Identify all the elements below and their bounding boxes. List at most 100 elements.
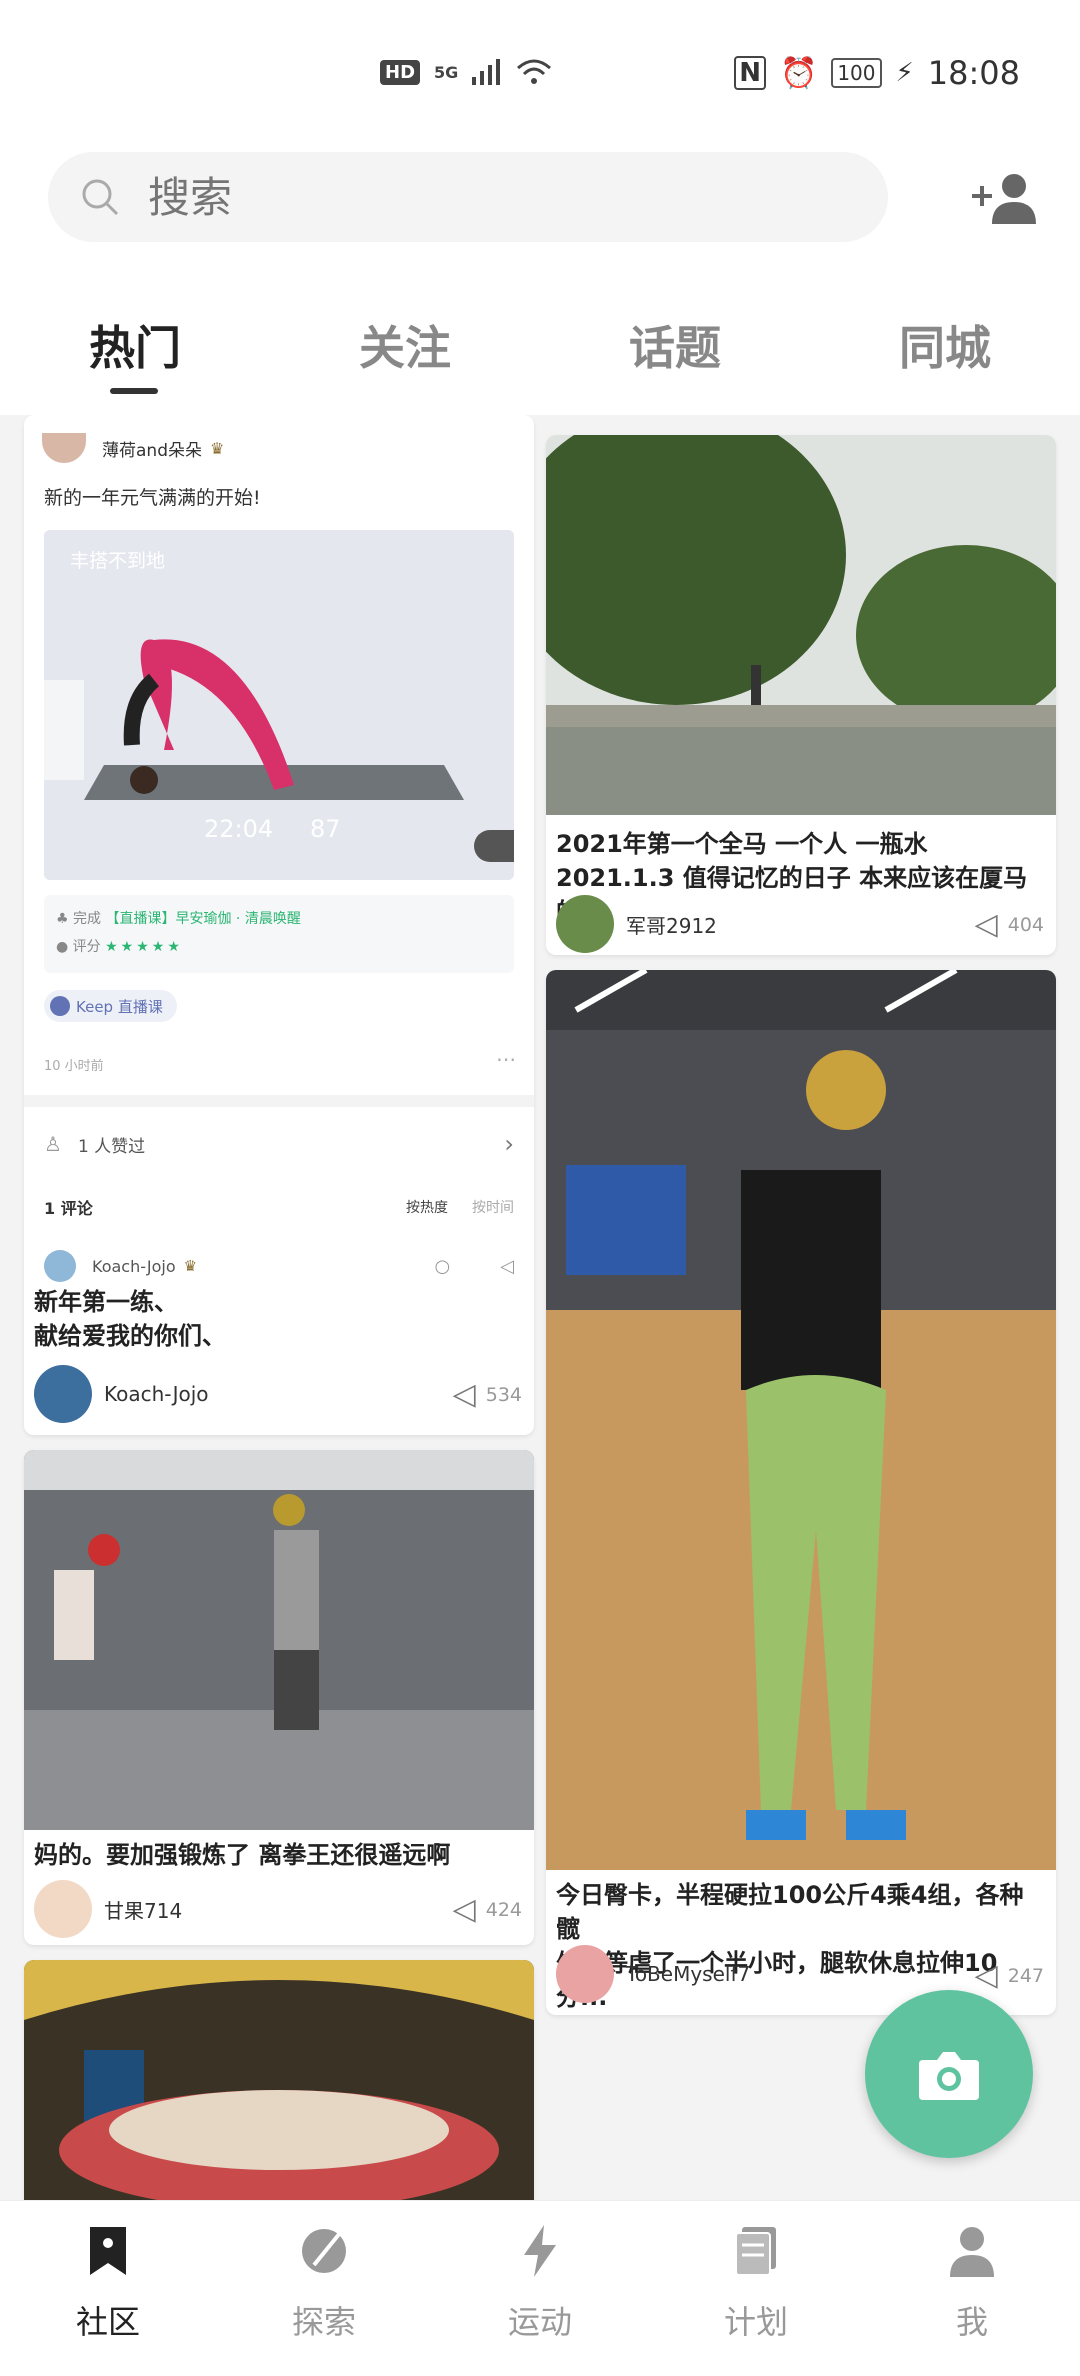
lightning-icon bbox=[524, 2225, 556, 2277]
avatar[interactable] bbox=[42, 433, 86, 463]
post-title-line: 新年第一练、 bbox=[34, 1288, 178, 1316]
post-card-group[interactable] bbox=[24, 1960, 534, 2200]
alarm-icon: ⏰ bbox=[779, 55, 818, 91]
username[interactable]: 军哥2912 bbox=[626, 910, 717, 939]
avatar[interactable] bbox=[556, 1945, 614, 2003]
author-name[interactable]: 薄荷and朵朵 bbox=[102, 436, 202, 461]
avatar[interactable] bbox=[34, 1365, 92, 1423]
nav-workout[interactable]: 运动 bbox=[432, 2201, 648, 2376]
post-title: 妈的。要加强锻炼了 离拳王还很遥远啊 bbox=[34, 1841, 451, 1869]
profile-icon bbox=[950, 2227, 994, 2277]
post-card-yoga[interactable]: 薄荷and朵朵 ♛ 新的一年元气满满的开始! 丰搭不到地 22:04 87 ♣ … bbox=[24, 415, 534, 1435]
post-title-line: 2021年第一个全马 一个人 一瓶水 bbox=[556, 830, 928, 858]
search-bar[interactable] bbox=[48, 152, 888, 242]
tag-label: Keep 直播课 bbox=[76, 997, 163, 1016]
search-input[interactable] bbox=[148, 172, 848, 222]
battery-indicator: 100 bbox=[831, 58, 882, 88]
like-count: 424 bbox=[485, 1898, 522, 1921]
signal-icon bbox=[472, 59, 501, 85]
like-count: 404 bbox=[1007, 913, 1044, 936]
post-card-marathon[interactable]: 2021年第一个全马 一个人 一瓶水 2021.1.3 值得记忆的日子 本来应该… bbox=[546, 435, 1056, 955]
completion-icon: ♣ bbox=[56, 911, 69, 927]
network-label: 5G bbox=[434, 62, 459, 82]
username[interactable]: ToBeMyself7 bbox=[626, 1962, 750, 1986]
avatar[interactable] bbox=[34, 1880, 92, 1938]
post-title-line: 今日臀卡，半程硬拉100公斤4乘4组，各种髋 bbox=[556, 1881, 1024, 1943]
sort-hot-button[interactable]: 按热度 bbox=[406, 1197, 448, 1217]
hd-badge: HD bbox=[380, 59, 421, 85]
kcal-value: 87 bbox=[310, 815, 341, 843]
course-name[interactable]: 【直播课】早安瑜伽 · 清晨唤醒 bbox=[105, 911, 300, 927]
clock: 18:08 bbox=[927, 54, 1020, 92]
tab-local[interactable]: 同城 bbox=[810, 300, 1080, 410]
verified-badge-icon: ♛ bbox=[183, 1257, 198, 1275]
rating-stars: ★★★★★ bbox=[105, 939, 183, 955]
like-icon[interactable]: ◁ bbox=[975, 1958, 998, 1993]
community-icon bbox=[90, 2227, 126, 2275]
like-icon[interactable]: ◁ bbox=[453, 1377, 476, 1412]
nav-label: 运动 bbox=[507, 2303, 572, 2341]
post-image bbox=[546, 435, 1056, 815]
rating-icon: ● bbox=[56, 939, 69, 955]
like-icon[interactable]: ◁ bbox=[453, 1892, 476, 1927]
post-time: 10 小时前 bbox=[44, 1059, 104, 1074]
comment-like-icon[interactable]: ◁ bbox=[500, 1256, 514, 1277]
post-card-footer-koach[interactable]: 新年第一练、 献给爱我的你们、 Koach-Jojo ◁ 534 bbox=[24, 1285, 534, 1435]
plan-icon bbox=[735, 2227, 776, 2276]
status-bar: HD 5G N ⏰ 100 ⚡ 18:08 bbox=[0, 0, 1080, 150]
post-card-gym[interactable]: 今日臀卡，半程硬拉100公斤4乘4组，各种髋 外展等虐了一个半小时，腿软休息拉伸… bbox=[546, 970, 1056, 2015]
like-count: 247 bbox=[1007, 1964, 1044, 1987]
divider bbox=[24, 1095, 534, 1107]
nav-label: 我 bbox=[955, 2303, 988, 2341]
add-friend-icon[interactable] bbox=[970, 170, 1040, 226]
post-image bbox=[24, 1960, 534, 2200]
camera-button[interactable] bbox=[865, 1990, 1033, 2158]
nav-plan[interactable]: 计划 bbox=[648, 2201, 864, 2376]
username[interactable]: 甘果714 bbox=[104, 1895, 182, 1924]
topic-tag[interactable]: Keep 直播课 bbox=[44, 990, 177, 1022]
like-icon[interactable]: ◁ bbox=[975, 907, 998, 942]
nav-explore[interactable]: 探索 bbox=[216, 2201, 432, 2376]
video-overlay-text: 丰搭不到地 bbox=[70, 550, 166, 572]
duration-value: 22:04 bbox=[204, 815, 274, 843]
post-text: 新的一年元气满满的开始! bbox=[44, 487, 261, 509]
nav-me[interactable]: 我 bbox=[864, 2201, 1080, 2376]
wifi-icon bbox=[517, 59, 552, 84]
reply-icon[interactable]: ○ bbox=[434, 1256, 450, 1277]
like-outline-icon: ♙ bbox=[44, 1132, 62, 1156]
comments-count: 1 评论 bbox=[44, 1199, 93, 1218]
post-image bbox=[546, 970, 1056, 1870]
liked-by-text: 1 人赞过 bbox=[77, 1136, 146, 1157]
comment-author[interactable]: Koach-Jojo bbox=[92, 1257, 176, 1276]
top-tabs: 热门 关注 话题 同城 bbox=[0, 300, 1080, 410]
avatar[interactable] bbox=[556, 895, 614, 953]
feed-grid: 薄荷and朵朵 ♛ 新的一年元气满满的开始! 丰搭不到地 22:04 87 ♣ … bbox=[0, 415, 1080, 2200]
tab-hot[interactable]: 热门 bbox=[0, 300, 270, 410]
search-icon bbox=[82, 179, 119, 216]
complete-prefix: 完成 bbox=[73, 911, 102, 927]
like-count: 534 bbox=[485, 1383, 522, 1406]
yoga-figure bbox=[44, 530, 514, 880]
post-card-boxing[interactable]: 妈的。要加强锻炼了 离拳王还很遥远啊 甘果714 ◁ 424 bbox=[24, 1450, 534, 1945]
liked-by-row[interactable]: ♙ 1 人赞过 › bbox=[44, 1130, 514, 1158]
post-title-line: 献给爱我的你们、 bbox=[34, 1322, 226, 1350]
nav-community[interactable]: 社区 bbox=[0, 2201, 216, 2376]
camera-icon bbox=[919, 2052, 979, 2100]
sort-time-button[interactable]: 按时间 bbox=[472, 1197, 514, 1217]
rating-label: 评分 bbox=[72, 939, 101, 955]
workout-video[interactable]: 丰搭不到地 22:04 87 bbox=[44, 530, 514, 880]
more-options-icon[interactable]: ⋯ bbox=[496, 1047, 516, 1071]
nav-label: 计划 bbox=[723, 2303, 788, 2341]
tab-following[interactable]: 关注 bbox=[270, 300, 540, 410]
chevron-right-icon: › bbox=[504, 1130, 514, 1158]
tab-topics[interactable]: 话题 bbox=[540, 300, 810, 410]
course-completion-box[interactable]: ♣ 完成 【直播课】早安瑜伽 · 清晨唤醒 ● 评分 ★★★★★ bbox=[44, 895, 514, 973]
toggle-icon[interactable] bbox=[474, 830, 514, 862]
avatar[interactable] bbox=[44, 1250, 76, 1282]
keep-icon bbox=[50, 996, 70, 1016]
nfc-icon: N bbox=[734, 56, 766, 90]
nav-label: 探索 bbox=[291, 2303, 356, 2341]
post-image bbox=[24, 1450, 534, 1830]
post-title: 新年第一练、 献给爱我的你们、 bbox=[34, 1285, 226, 1353]
username[interactable]: Koach-Jojo bbox=[104, 1382, 209, 1406]
